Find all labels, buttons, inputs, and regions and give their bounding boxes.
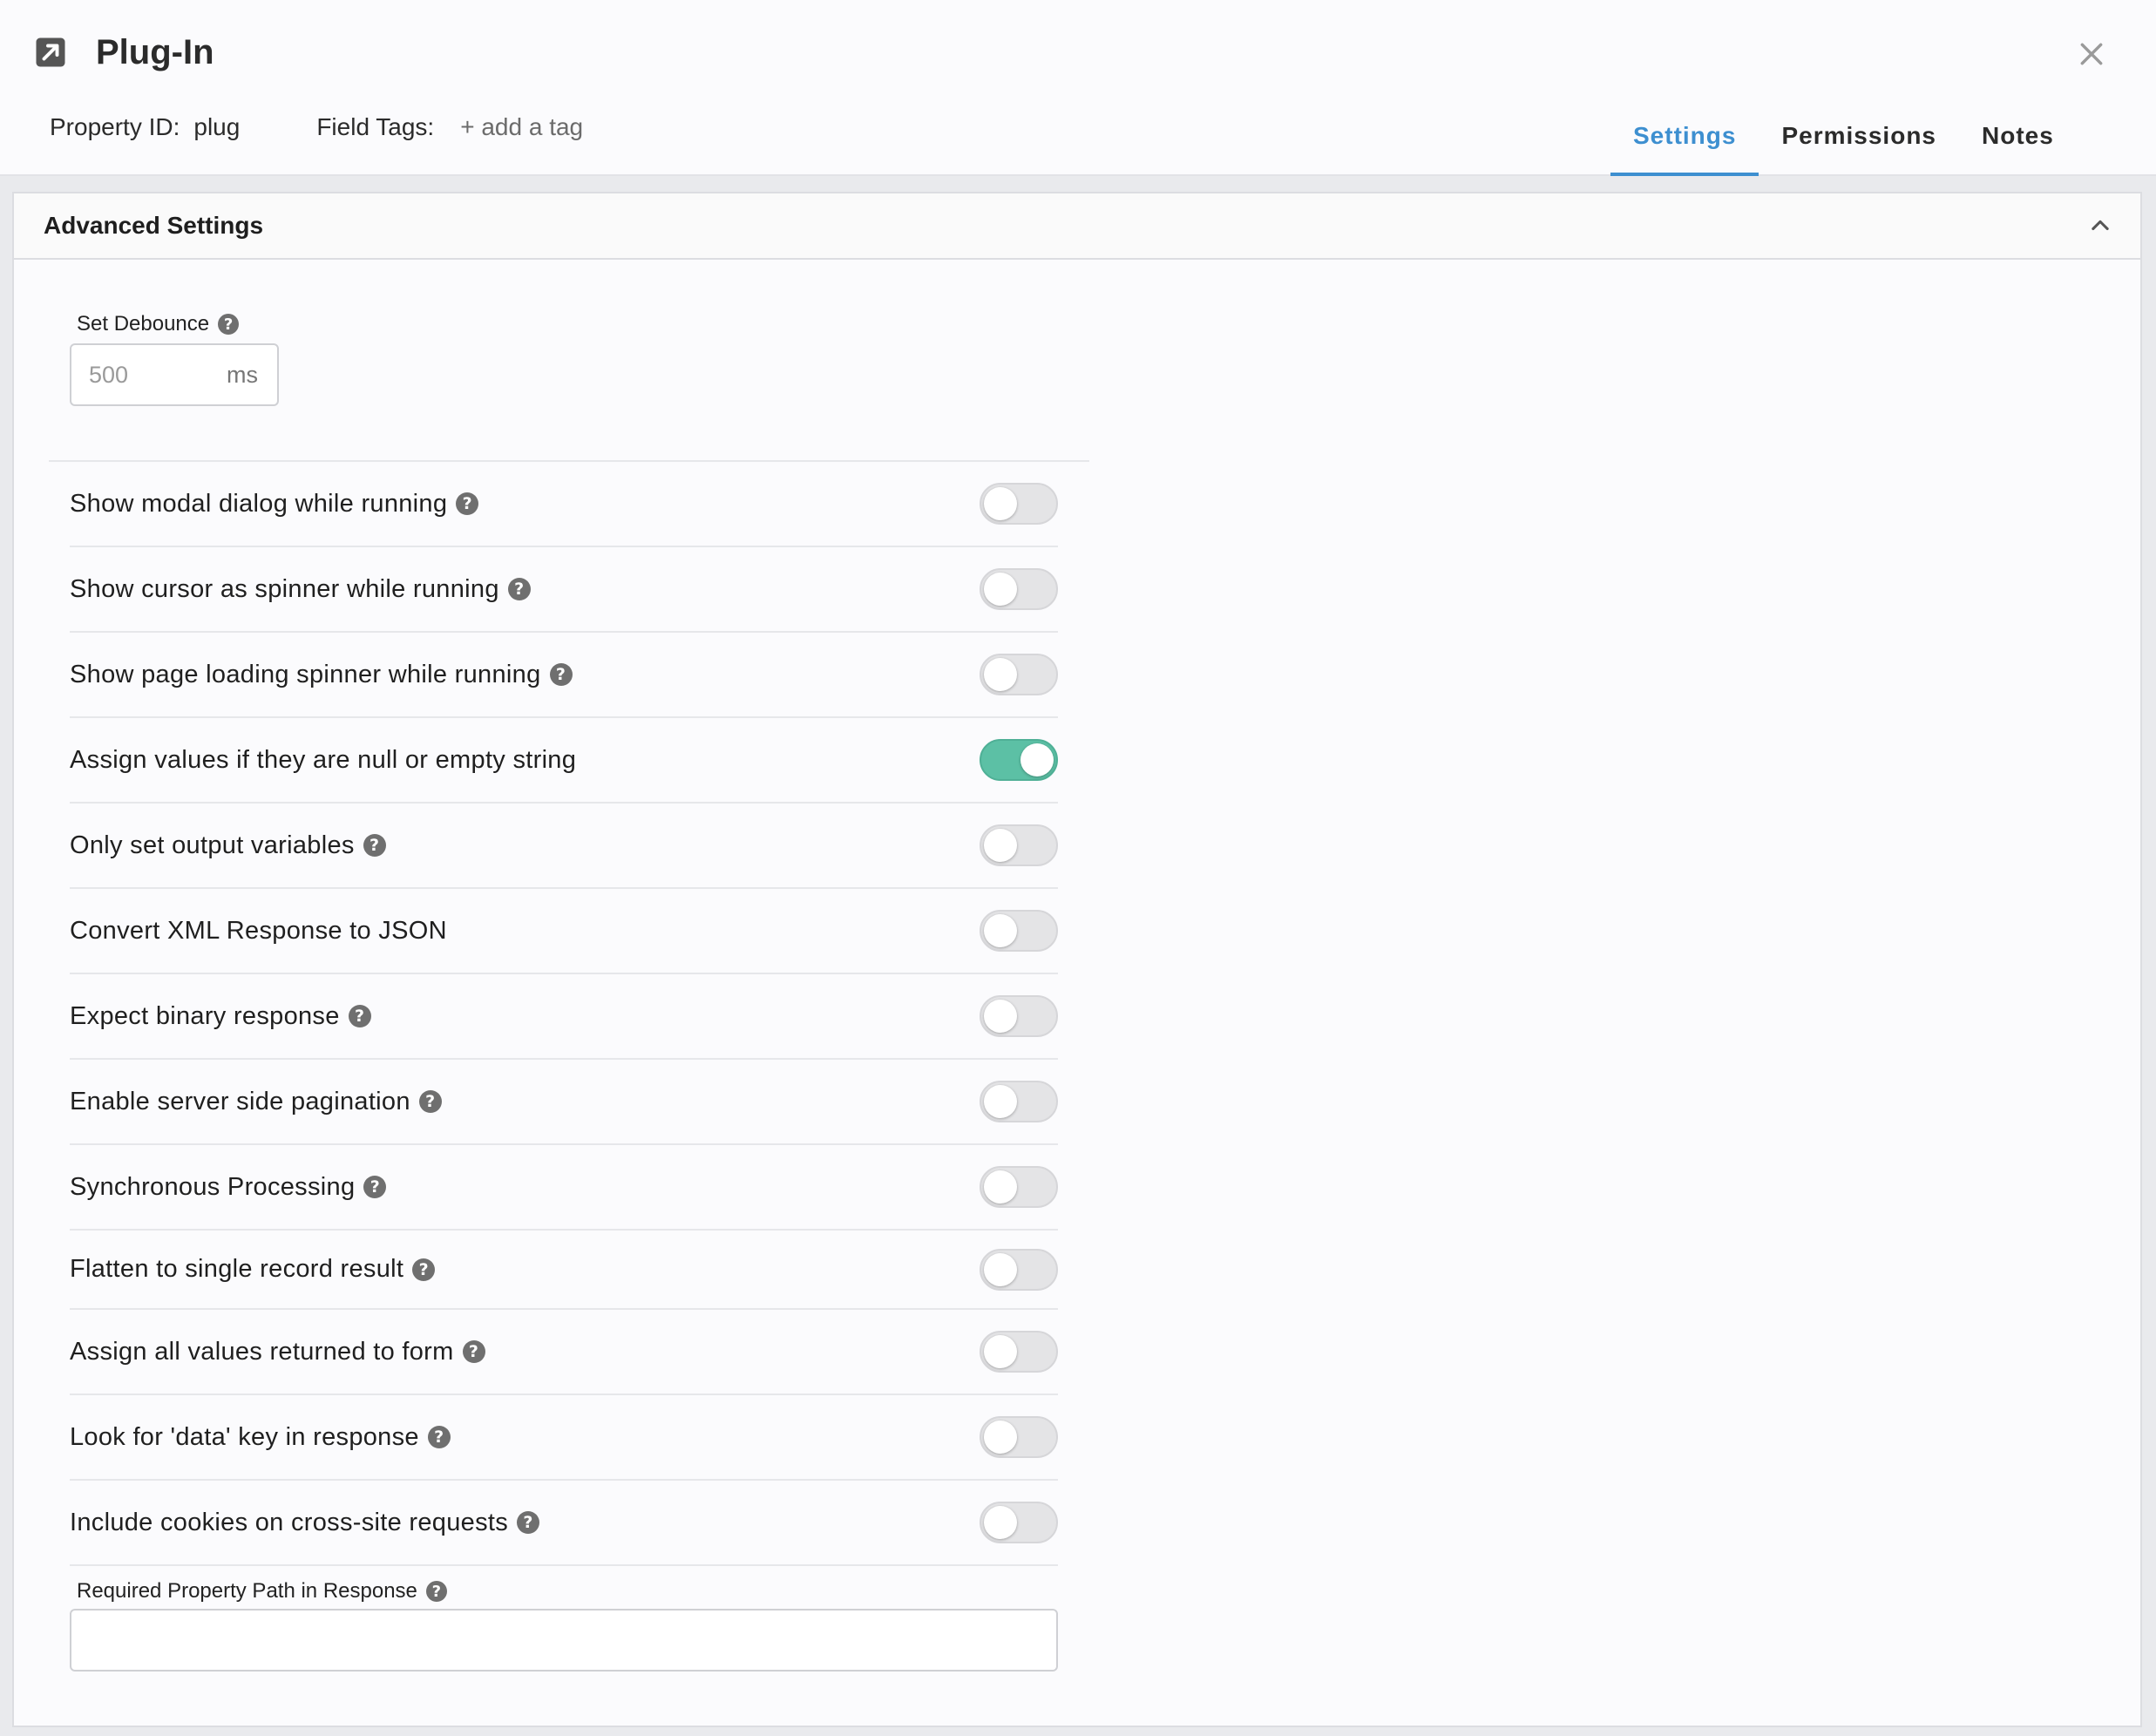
toggle-knob	[984, 1085, 1017, 1118]
help-icon[interactable]: ?	[418, 1090, 442, 1113]
toggle-row-modal-dialog: Show modal dialog while running?	[70, 462, 1058, 547]
toggle-row-data-key: Look for 'data' key in response?	[70, 1395, 1058, 1481]
required-path-input[interactable]	[70, 1609, 1058, 1672]
toggle-switch[interactable]	[980, 739, 1058, 781]
toggle-row-synchronous: Synchronous Processing?	[70, 1145, 1058, 1231]
panel-title: Advanced Settings	[44, 212, 264, 239]
help-icon[interactable]: ?	[549, 663, 573, 686]
toggle-switch[interactable]	[980, 1166, 1058, 1208]
tab-notes[interactable]: Notes	[1959, 105, 2077, 176]
help-icon[interactable]: ?	[425, 1581, 447, 1602]
toggle-knob	[984, 487, 1017, 520]
debounce-label-text: Set Debounce	[77, 312, 210, 336]
toggle-label: Flatten to single record result	[70, 1255, 404, 1283]
dialog-header: Plug-In Property ID: plug Field Tags: + …	[0, 0, 2156, 176]
toggle-label: Show modal dialog while running	[70, 489, 448, 518]
help-icon[interactable]: ?	[456, 492, 479, 515]
help-icon[interactable]: ?	[412, 1258, 436, 1281]
toggle-switch[interactable]	[980, 568, 1058, 610]
help-icon[interactable]: ?	[363, 1176, 387, 1198]
toggle-switch[interactable]	[980, 1331, 1058, 1373]
help-icon[interactable]: ?	[218, 314, 240, 335]
toggle-label: Convert XML Response to JSON	[70, 916, 447, 945]
toggle-row-flatten: Flatten to single record result?	[70, 1231, 1058, 1310]
toggle-row-cursor-spinner: Show cursor as spinner while running?	[70, 547, 1058, 633]
title-row: Plug-In	[35, 26, 214, 78]
toggle-switch[interactable]	[980, 654, 1058, 695]
toggle-row-xml-to-json: Convert XML Response to JSON	[70, 889, 1058, 974]
toggle-row-output-variables: Only set output variables?	[70, 804, 1058, 889]
help-icon[interactable]: ?	[507, 578, 531, 600]
external-link-icon	[35, 37, 66, 68]
add-tag-link[interactable]: + add a tag	[460, 113, 583, 141]
toggle-label: Synchronous Processing	[70, 1172, 356, 1201]
toggle-label: Enable server side pagination	[70, 1087, 410, 1116]
toggle-knob	[984, 914, 1017, 947]
required-path-label-text: Required Property Path in Response	[77, 1579, 417, 1603]
toggle-row-page-spinner: Show page loading spinner while running?	[70, 633, 1058, 718]
tab-settings[interactable]: Settings	[1610, 105, 1759, 176]
close-button[interactable]	[2072, 35, 2111, 73]
toggle-switch[interactable]	[980, 995, 1058, 1037]
toggle-knob	[984, 1170, 1017, 1204]
advanced-settings-header[interactable]: Advanced Settings	[14, 193, 2140, 260]
tab-bar: Settings Permissions Notes	[1610, 105, 2077, 176]
toggle-knob	[984, 1421, 1017, 1454]
toggle-knob	[984, 1335, 1017, 1368]
toggle-label: Assign all values returned to form	[70, 1337, 454, 1366]
toggle-knob	[984, 829, 1017, 862]
toggle-row-assign-all: Assign all values returned to form?	[70, 1310, 1058, 1395]
toggle-label: Look for 'data' key in response	[70, 1422, 419, 1451]
toggle-switch[interactable]	[980, 910, 1058, 952]
toggle-label: Assign values if they are null or empty …	[70, 745, 577, 774]
toggle-knob	[984, 1506, 1017, 1539]
toggle-switch[interactable]	[980, 1502, 1058, 1543]
help-icon[interactable]: ?	[462, 1340, 485, 1363]
debounce-field: ms	[70, 343, 279, 406]
toggle-label: Show page loading spinner while running	[70, 660, 541, 688]
required-path-label: Required Property Path in Response ?	[77, 1579, 447, 1604]
toggle-knob	[984, 1252, 1017, 1286]
toggle-label: Only set output variables	[70, 831, 355, 859]
toggle-row-binary-response: Expect binary response?	[70, 974, 1058, 1060]
toggle-switch[interactable]	[980, 824, 1058, 866]
toggle-list: Show modal dialog while running? Show cu…	[70, 462, 1058, 1566]
help-icon[interactable]: ?	[517, 1511, 540, 1534]
toggle-knob	[984, 658, 1017, 691]
chevron-up-icon[interactable]	[2088, 214, 2112, 238]
toggle-label: Include cookies on cross-site requests	[70, 1508, 509, 1536]
help-icon[interactable]: ?	[427, 1426, 451, 1448]
close-icon	[2080, 43, 2103, 65]
toggle-row-server-pagination: Enable server side pagination?	[70, 1060, 1058, 1145]
meta-row: Property ID: plug Field Tags: + add a ta…	[50, 113, 583, 141]
property-id-value: plug	[193, 113, 241, 140]
toggle-row-cookies: Include cookies on cross-site requests?	[70, 1481, 1058, 1566]
toggle-row-assign-null-values: Assign values if they are null or empty …	[70, 718, 1058, 804]
tab-permissions[interactable]: Permissions	[1759, 105, 1959, 176]
toggle-switch[interactable]	[980, 483, 1058, 525]
toggle-knob	[984, 1000, 1017, 1033]
field-tags-label: Field Tags:	[316, 113, 435, 140]
toggle-switch[interactable]	[980, 1081, 1058, 1122]
debounce-input[interactable]	[71, 360, 221, 390]
help-icon[interactable]: ?	[348, 1005, 371, 1027]
help-icon[interactable]: ?	[363, 834, 386, 857]
page-title: Plug-In	[96, 32, 214, 71]
toggle-label: Expect binary response	[70, 1001, 340, 1030]
toggle-label: Show cursor as spinner while running	[70, 574, 499, 603]
debounce-unit: ms	[227, 361, 258, 388]
toggle-knob	[1020, 743, 1054, 776]
toggle-knob	[984, 573, 1017, 606]
advanced-settings-panel: Advanced Settings Set Debounce ? ms Show…	[12, 192, 2142, 1727]
toggle-switch[interactable]	[980, 1416, 1058, 1458]
debounce-label: Set Debounce ?	[77, 312, 240, 336]
toggle-switch[interactable]	[980, 1248, 1058, 1291]
property-id-label: Property ID:	[50, 113, 180, 140]
